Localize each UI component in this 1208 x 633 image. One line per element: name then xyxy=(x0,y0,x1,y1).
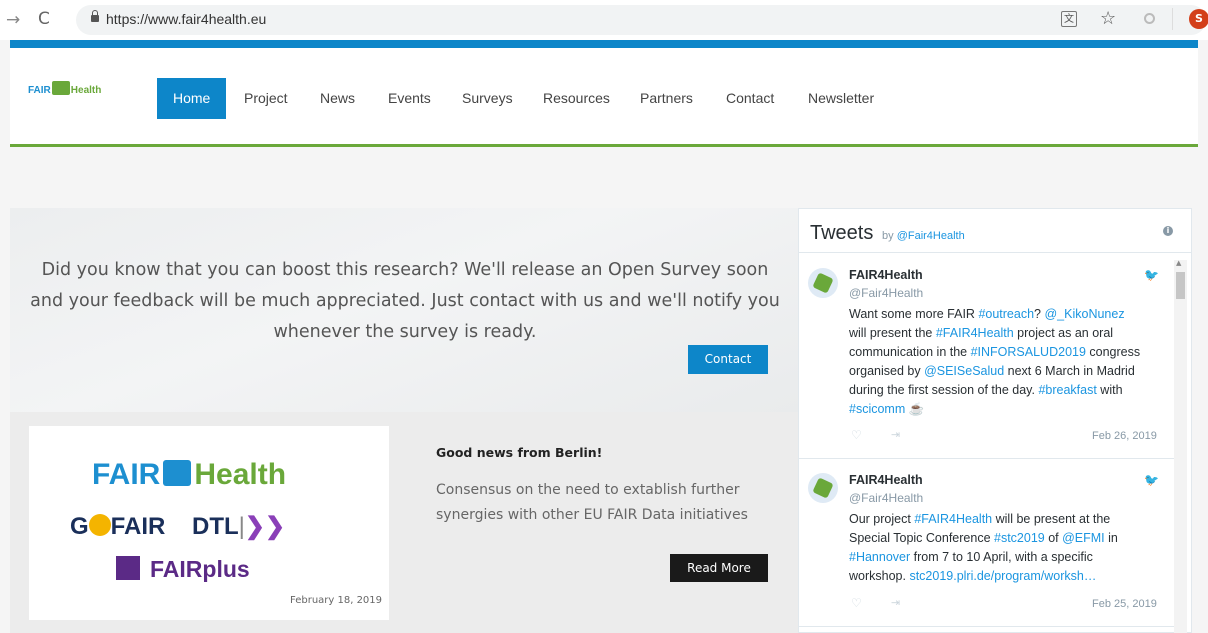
tweet-text-part: of xyxy=(1044,531,1063,545)
share-icon[interactable]: ⇥ xyxy=(891,428,900,441)
nav-item-home[interactable]: Home xyxy=(157,78,227,119)
tweets-scrollbar-thumb[interactable] xyxy=(1176,272,1185,299)
fairplus-mark-icon xyxy=(116,555,140,580)
tweet-avatar[interactable] xyxy=(808,268,838,298)
info-icon[interactable]: i xyxy=(1163,226,1173,236)
tweet-author-handle[interactable]: @Fair4Health xyxy=(849,491,923,505)
site-logo[interactable]: FAIR Health xyxy=(28,78,101,97)
like-heart-icon[interactable]: ♡ xyxy=(851,596,862,610)
tweet-date[interactable]: Feb 26, 2019 xyxy=(1092,430,1157,442)
top-accent-bar xyxy=(10,40,1198,48)
nav-item-project[interactable]: Project xyxy=(244,78,288,119)
url-text[interactable]: https://www.fair4health.eu xyxy=(106,11,266,27)
gofair-globe-icon xyxy=(88,513,111,536)
twitter-by-prefix: by xyxy=(882,230,894,242)
tweet-text-part: Our project xyxy=(849,512,915,526)
mention-link[interactable]: @SEISeSalud xyxy=(924,364,1004,378)
hashtag-link[interactable]: #outreach xyxy=(978,307,1034,321)
twitter-header-divider xyxy=(798,252,1192,253)
twitter-account-link[interactable]: @Fair4Health xyxy=(897,230,965,242)
fair4health-logo-right: Health xyxy=(194,458,287,491)
tweet-text: Our project #FAIR4Health will be present… xyxy=(849,510,1141,586)
share-icon[interactable]: ⇥ xyxy=(891,596,900,609)
profile-avatar[interactable]: S xyxy=(1189,9,1208,29)
banner-text: Did you know that you can boost this res… xyxy=(30,260,780,342)
nav-item-contact[interactable]: Contact xyxy=(726,78,774,119)
tweet-text-part: with xyxy=(1096,383,1123,397)
toolbar-divider xyxy=(1172,8,1173,30)
twitter-bird-icon[interactable]: 🐦 xyxy=(1144,268,1159,282)
tweet-date[interactable]: Feb 25, 2019 xyxy=(1092,598,1157,610)
tweet-divider xyxy=(798,626,1176,627)
logo-fair-text: FAIR xyxy=(28,85,51,96)
star-icon[interactable]: ☆ xyxy=(1100,8,1116,29)
twitter-widget-byline: by @Fair4Health xyxy=(882,230,965,242)
nav-item-partners[interactable]: Partners xyxy=(640,78,693,119)
tweet-text-part: ? xyxy=(1034,307,1045,321)
nav-item-events[interactable]: Events xyxy=(388,78,431,119)
gofair-fair-text: FAIR xyxy=(110,513,166,540)
fairplus-text: FAIRplus xyxy=(150,556,250,582)
tweet-text: Want some more FAIR #outreach? @_KikoNun… xyxy=(849,305,1141,419)
fair4health-avatar-icon xyxy=(812,272,834,294)
hashtag-link[interactable]: #stc2019 xyxy=(994,531,1045,545)
nav-item-news[interactable]: News xyxy=(320,78,355,119)
read-more-button[interactable]: Read More xyxy=(670,554,768,582)
translate-icon[interactable]: 文 xyxy=(1061,11,1077,27)
tweets-scrollbar[interactable] xyxy=(1174,260,1187,633)
mention-link[interactable]: @_KikoNunez xyxy=(1044,307,1124,321)
scroll-up-arrow-icon[interactable]: ▲ xyxy=(1176,259,1181,267)
forward-arrow-icon[interactable]: → xyxy=(6,10,20,30)
news-title[interactable]: Good news from Berlin! xyxy=(436,445,602,460)
tweet-text-part: will present the xyxy=(849,326,936,340)
coffee-emoji: ☕ xyxy=(905,402,925,416)
news-date: February 18, 2019 xyxy=(290,595,383,606)
fair4health-logo-left: FAIR xyxy=(92,458,161,491)
tweet-text-part: Want some more FAIR xyxy=(849,307,979,321)
tweet-divider xyxy=(798,458,1176,459)
gofair-dtl-logos: G FAIR DTL|❯❯ xyxy=(70,512,285,541)
logo-mark-icon xyxy=(51,80,70,95)
twitter-bird-icon[interactable]: 🐦 xyxy=(1144,473,1159,487)
news-excerpt: Consensus on the need to extablish furth… xyxy=(436,482,748,523)
fair4health-avatar-icon xyxy=(812,477,834,499)
nav-item-resources[interactable]: Resources xyxy=(543,78,610,119)
hashtag-link[interactable]: #INFORSALUD2019 xyxy=(971,345,1086,359)
lock-icon xyxy=(91,10,99,22)
extension-icon[interactable] xyxy=(1144,13,1155,24)
tweet-avatar[interactable] xyxy=(808,473,838,503)
header-divider xyxy=(10,144,1198,147)
hashtag-link[interactable]: #FAIR4Health xyxy=(914,512,992,526)
hashtag-link[interactable]: #scicomm xyxy=(849,402,905,416)
hashtag-link[interactable]: #Hannover xyxy=(849,550,910,564)
like-heart-icon[interactable]: ♡ xyxy=(851,428,862,442)
nav-item-surveys[interactable]: Surveys xyxy=(462,78,513,119)
dtl-text: DTL xyxy=(192,513,239,540)
fair4health-logo: FAIR Health xyxy=(92,458,286,492)
hashtag-link[interactable]: #FAIR4Health xyxy=(936,326,1014,340)
reload-icon[interactable]: C xyxy=(38,9,50,29)
hashtag-link[interactable]: #breakfast xyxy=(1038,383,1096,397)
url-link[interactable]: stc2019.plri.de/program/worksh… xyxy=(909,569,1096,583)
tweet-text-part: in xyxy=(1104,531,1118,545)
dtl-arrows-icon: ❯❯ xyxy=(244,513,286,540)
logo-health-text: Health xyxy=(70,85,102,96)
twitter-widget-title: Tweets xyxy=(810,222,874,244)
mention-link[interactable]: @EFMI xyxy=(1062,531,1105,545)
tweet-author-name[interactable]: FAIR4Health xyxy=(849,473,923,487)
gofair-go-text: G xyxy=(70,513,89,540)
tweet-author-name[interactable]: FAIR4Health xyxy=(849,268,923,282)
fairplus-logo: FAIRplus xyxy=(116,555,250,583)
nav-item-newsletter[interactable]: Newsletter xyxy=(808,78,874,119)
contact-button[interactable]: Contact xyxy=(688,345,768,374)
tweet-author-handle[interactable]: @Fair4Health xyxy=(849,286,923,300)
chart-box-icon xyxy=(163,460,192,487)
